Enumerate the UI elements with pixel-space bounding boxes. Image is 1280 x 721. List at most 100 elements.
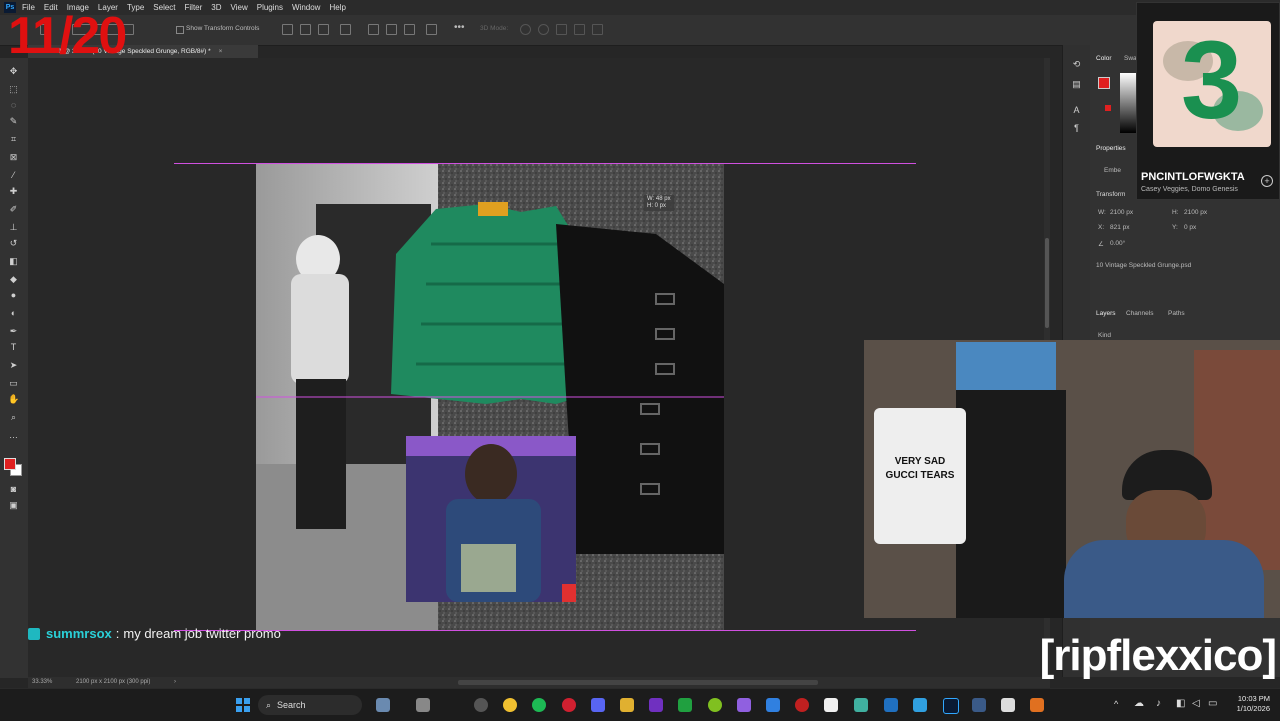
blur-tool-icon[interactable]: ● (8, 290, 19, 300)
menu-window[interactable]: Window (292, 3, 320, 12)
app-icon-13[interactable] (795, 698, 809, 712)
taskbar-clock[interactable]: 10:03 PM 1/10/2026 (1226, 694, 1270, 714)
crop-tool-icon[interactable]: ⌗ (8, 134, 19, 144)
obs-app-icon[interactable] (474, 698, 488, 712)
xbox-app-icon[interactable] (678, 698, 692, 712)
clone-stamp-icon[interactable]: ⊥ (8, 222, 19, 232)
tray-chevron-icon[interactable]: ^ (1114, 699, 1118, 709)
distribute-vertical-icon[interactable] (426, 24, 437, 35)
discord-app-icon[interactable] (591, 698, 605, 712)
artboard-tool-icon[interactable]: ⬚ (8, 84, 19, 94)
app-icon-15[interactable] (854, 698, 868, 712)
spotify-app-icon[interactable] (532, 698, 546, 712)
eraser-icon[interactable]: ◧ (8, 256, 19, 266)
app-icon-20[interactable] (1001, 698, 1015, 712)
taskbar-search[interactable]: ⌕ Search (258, 695, 362, 715)
distribute-icon[interactable] (340, 24, 351, 35)
healing-brush-icon[interactable]: ✚ (8, 186, 19, 196)
vlc-app-icon[interactable] (1030, 698, 1044, 712)
paragraph-panel-icon[interactable]: ¶ (1071, 123, 1082, 133)
align-top-icon[interactable] (368, 24, 379, 35)
network-tray-icon[interactable]: ◧ (1176, 698, 1185, 709)
pen-tool-icon[interactable]: ✒ (8, 326, 19, 336)
orbit-3d-icon[interactable] (520, 24, 531, 35)
pan-3d-icon[interactable] (556, 24, 567, 35)
path-select-icon[interactable]: ➤ (8, 360, 19, 370)
app-icon-12[interactable] (766, 698, 780, 712)
app-icon-11[interactable] (737, 698, 751, 712)
history-brush-icon[interactable]: ↺ (8, 238, 19, 248)
tab-layers[interactable]: Layers (1096, 310, 1116, 317)
align-middle-icon[interactable] (386, 24, 397, 35)
menu-view[interactable]: View (231, 3, 248, 12)
w-value-field[interactable]: 2100 px (1110, 209, 1133, 216)
hand-tool-icon[interactable]: ✋ (8, 394, 19, 404)
layer-filter-kind[interactable]: Kind (1098, 332, 1111, 339)
color-foreground-swatch[interactable] (1098, 77, 1110, 89)
zoom-level[interactable]: 33.33% (32, 679, 52, 685)
tab-channels[interactable]: Channels (1126, 310, 1153, 317)
menu-help[interactable]: Help (329, 3, 345, 12)
h-value-field[interactable]: 2100 px (1184, 209, 1207, 216)
dodge-tool-icon[interactable]: ◐ (8, 308, 19, 318)
widget-app-icon[interactable] (376, 698, 390, 712)
menu-filter[interactable]: Filter (185, 3, 203, 12)
align-right-icon[interactable] (318, 24, 329, 35)
slide-3d-icon[interactable] (574, 24, 585, 35)
menu-select[interactable]: Select (153, 3, 175, 12)
cloud-tray-icon[interactable]: ☁ (1134, 698, 1144, 709)
more-tools-icon[interactable]: … (8, 430, 19, 440)
windows-start-icon[interactable] (236, 698, 250, 712)
task-view-icon[interactable] (416, 698, 430, 712)
tab-paths[interactable]: Paths (1168, 310, 1185, 317)
add-track-icon[interactable]: + (1261, 175, 1273, 187)
foreground-color-swatch[interactable] (4, 458, 16, 470)
screen-mode-icon[interactable]: ▣ (8, 500, 19, 510)
tab-swatches[interactable]: Swa (1124, 55, 1137, 62)
menu-plugins[interactable]: Plugins (257, 3, 283, 12)
type-tool-icon[interactable]: T (8, 342, 19, 352)
scrollbar-thumb[interactable] (1045, 238, 1049, 328)
zoom-tool-icon[interactable]: ⌕ (8, 412, 19, 422)
photoshop-taskbar-icon[interactable] (943, 698, 959, 714)
align-center-icon[interactable] (300, 24, 311, 35)
status-chevron-icon[interactable]: › (174, 679, 176, 685)
quick-mask-icon[interactable]: ◙ (8, 484, 19, 494)
tab-color[interactable]: Color (1096, 55, 1112, 62)
menu-type[interactable]: Type (127, 3, 144, 12)
x-value-field[interactable]: 821 px (1110, 224, 1130, 231)
capcut-app-icon[interactable] (824, 698, 838, 712)
align-bottom-icon[interactable] (404, 24, 415, 35)
artboard-canvas[interactable]: W: 48 px H: 0 px (256, 164, 724, 630)
app-icon-19[interactable] (972, 698, 986, 712)
frame-tool-icon[interactable]: ⊠ (8, 152, 19, 162)
rectangle-tool-icon[interactable]: ▭ (8, 378, 19, 388)
horizontal-scrollbar[interactable] (458, 680, 818, 685)
scale-3d-icon[interactable] (592, 24, 603, 35)
chrome-app-icon[interactable] (503, 698, 517, 712)
lasso-tool-icon[interactable]: ◌ (8, 100, 19, 110)
y-value-field[interactable]: 0 px (1184, 224, 1196, 231)
paint-bucket-icon[interactable]: ◆ (8, 274, 19, 284)
eyedropper-icon[interactable]: ⁄ (8, 170, 19, 180)
file-explorer-icon[interactable] (620, 698, 634, 712)
history-panel-icon[interactable]: ⟲ (1071, 59, 1082, 69)
more-options-icon[interactable]: ••• (454, 22, 465, 33)
roll-3d-icon[interactable] (538, 24, 549, 35)
quick-select-icon[interactable]: ✎ (8, 116, 19, 126)
angle-value-field[interactable]: 0.00° (1110, 240, 1125, 247)
move-tool-icon[interactable]: ✥ (8, 66, 19, 76)
character-panel-icon[interactable]: A (1071, 105, 1082, 115)
brush-tool-icon[interactable]: ✐ (8, 204, 19, 214)
mic-tray-icon[interactable]: ♪ (1156, 698, 1161, 709)
menu-3d[interactable]: 3D (211, 3, 221, 12)
volume-tray-icon[interactable]: ◁ (1192, 698, 1200, 709)
battery-tray-icon[interactable]: ▭ (1208, 698, 1217, 709)
app-icon-16[interactable] (884, 698, 898, 712)
comments-panel-icon[interactable]: ▤ (1071, 79, 1082, 89)
app-icon-10[interactable] (708, 698, 722, 712)
transform-controls-checkbox[interactable] (176, 26, 184, 34)
opera-app-icon[interactable] (562, 698, 576, 712)
app-icon-8[interactable] (649, 698, 663, 712)
align-left-icon[interactable] (282, 24, 293, 35)
